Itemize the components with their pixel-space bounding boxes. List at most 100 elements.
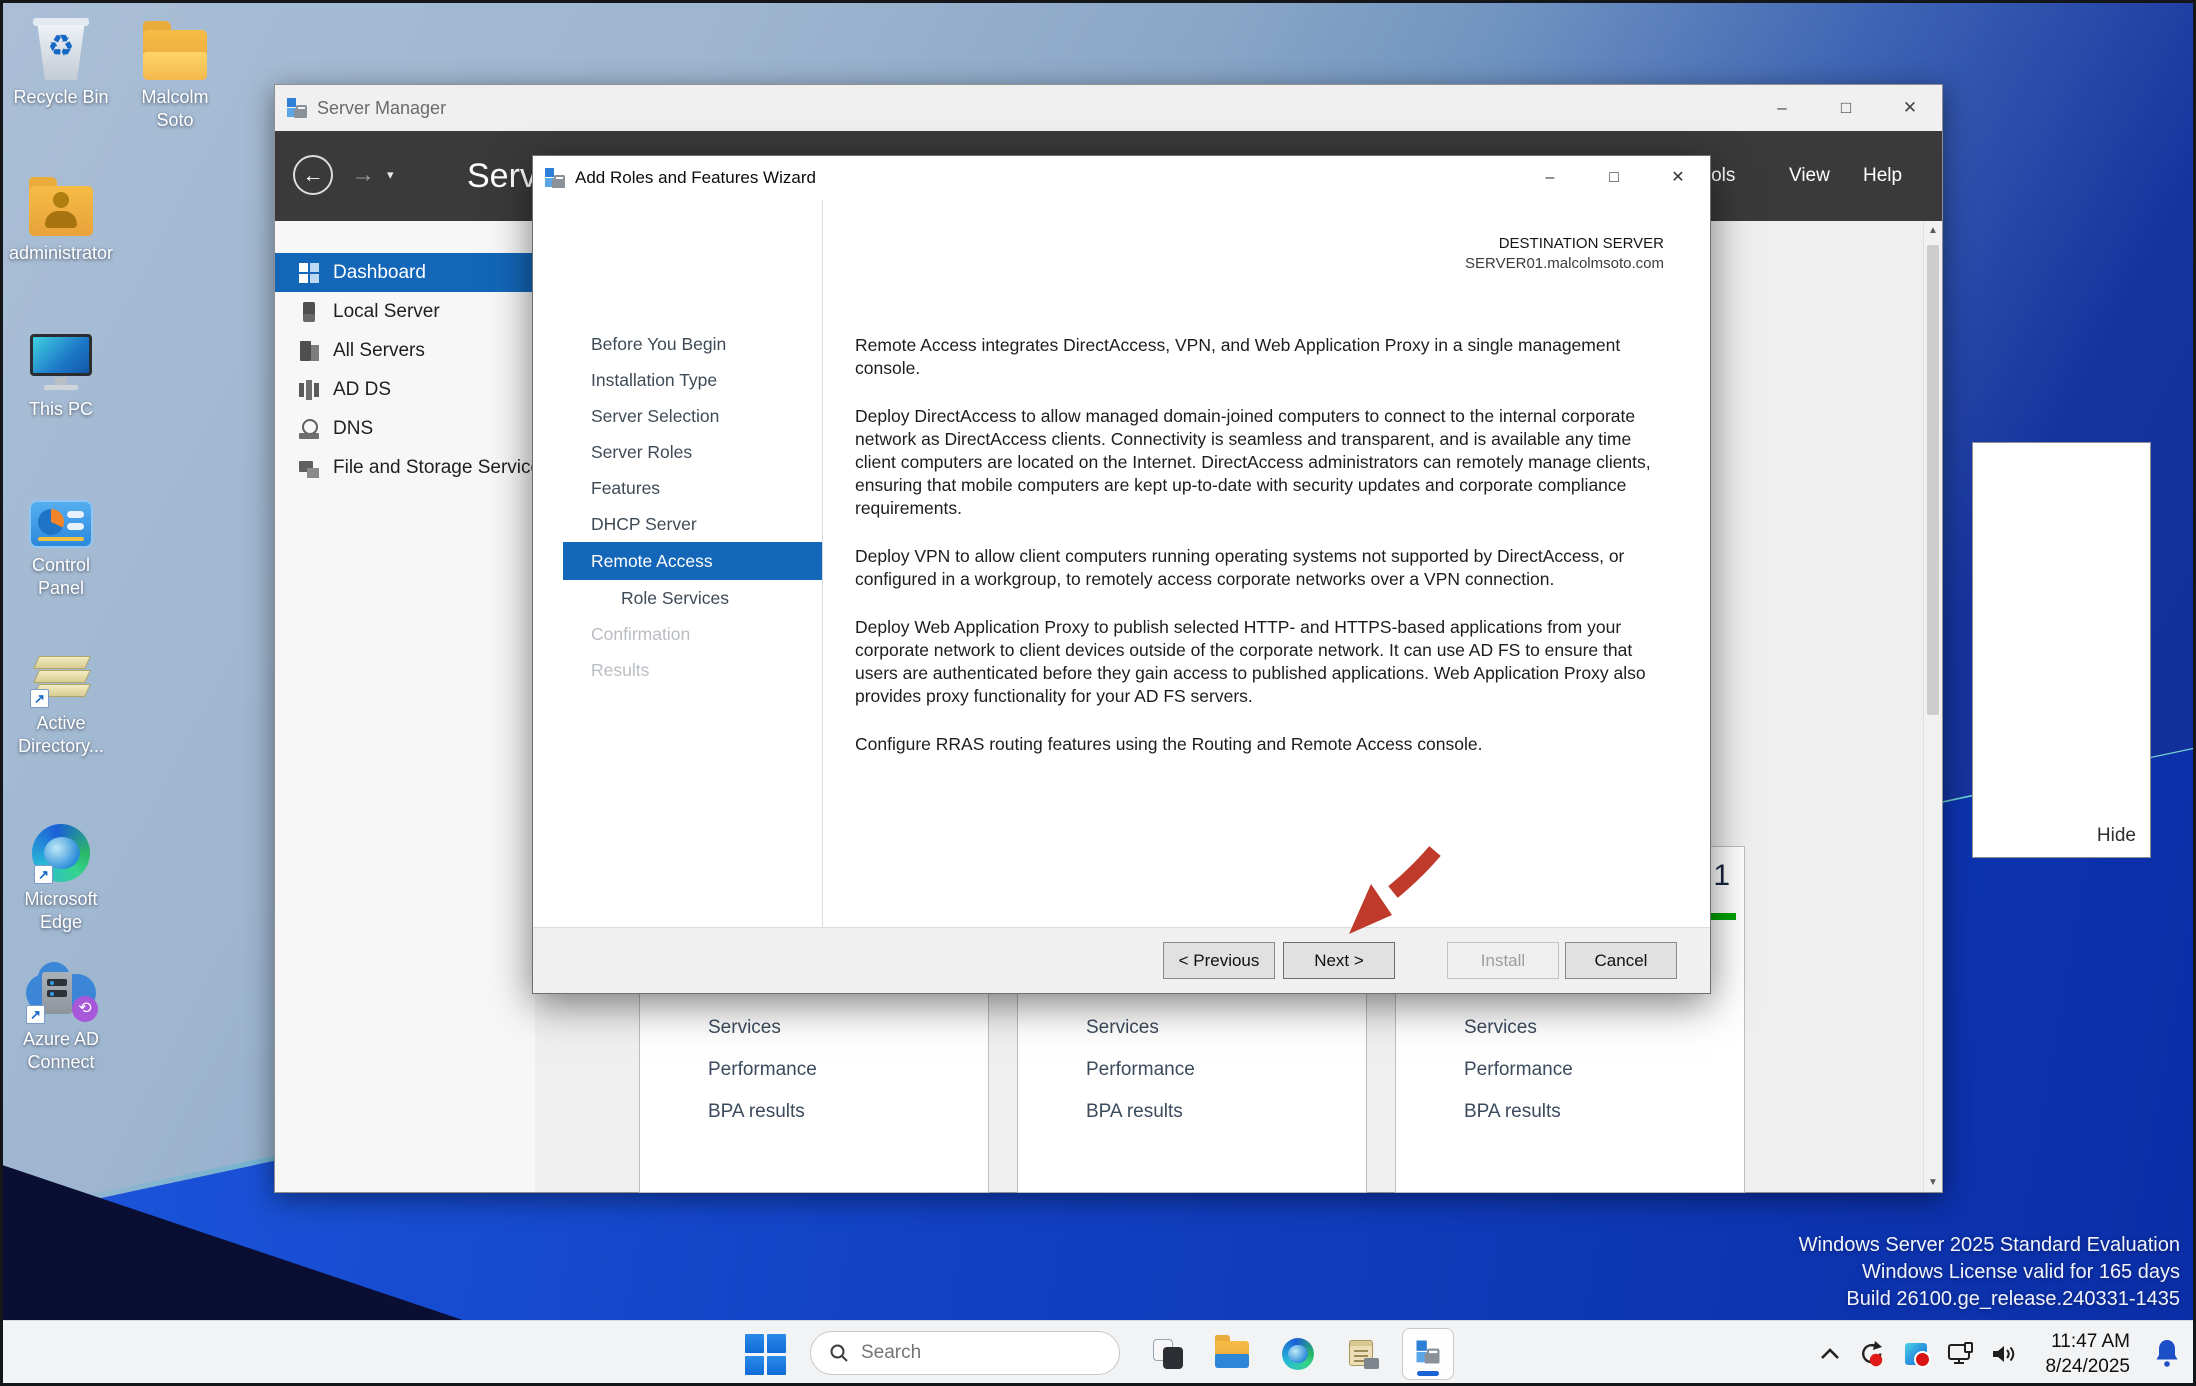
tile-link-services[interactable]: Services — [708, 1017, 781, 1039]
windows-evaluation-watermark: Windows Server 2025 Standard Evaluation … — [1799, 1232, 2180, 1313]
menu-help[interactable]: Help — [1863, 131, 1902, 221]
bell-icon — [2156, 1340, 2178, 1367]
wizard-nav-server-roles[interactable]: Server Roles — [533, 434, 822, 470]
wizard-nav-features[interactable]: Features — [533, 470, 822, 506]
taskbar-search[interactable] — [810, 1331, 1120, 1375]
next-button[interactable]: Next > — [1283, 942, 1395, 979]
tray-network[interactable] — [1944, 1321, 1980, 1386]
notification-bell-button[interactable] — [2154, 1338, 2180, 1373]
wizard-nav-remote-access[interactable]: Remote Access — [563, 542, 822, 580]
screen: ♻ Recycle Bin Malcolm Soto administrator… — [0, 0, 2196, 1386]
network-icon — [1948, 1342, 1973, 1364]
desktop-icon-control-panel[interactable]: Control Panel — [8, 482, 114, 600]
scrollbar[interactable]: ▲ ▼ — [1923, 221, 1942, 1192]
edge-icon — [1282, 1338, 1314, 1370]
back-button[interactable]: ← — [293, 155, 333, 195]
wizard-nav-dhcp-server[interactable]: DHCP Server — [533, 506, 822, 542]
wizard-nav-server-selection[interactable]: Server Selection — [533, 398, 822, 434]
tile-link-bpa-results[interactable]: BPA results — [1086, 1101, 1183, 1123]
desktop-icon-label: Azure AD Connect — [22, 1029, 100, 1072]
chevron-down-icon[interactable]: ▾ — [387, 167, 394, 183]
menu-view[interactable]: View — [1789, 131, 1830, 221]
scrollbar-thumb[interactable] — [1927, 245, 1939, 715]
file-explorer-button[interactable] — [1210, 1332, 1254, 1376]
wizard-nav-confirmation: Confirmation — [591, 624, 691, 644]
sidebar-item-file-storage[interactable]: File and Storage Services — [275, 448, 551, 487]
desktop-icon-microsoft-edge[interactable]: ↗ Microsoft Edge — [8, 816, 114, 934]
tray-sync-status[interactable] — [1852, 1321, 1888, 1386]
tile-link-performance[interactable]: Performance — [1086, 1059, 1195, 1081]
task-view-button[interactable] — [1146, 1332, 1190, 1376]
close-button[interactable]: ✕ — [1878, 85, 1942, 131]
search-icon — [830, 1344, 848, 1362]
previous-button[interactable]: < Previous — [1163, 942, 1275, 979]
desktop-icon-azure-ad-connect[interactable]: ⟲ ↗ Azure AD Connect — [8, 956, 114, 1074]
tile-link-performance[interactable]: Performance — [1464, 1059, 1573, 1081]
control-panel-icon — [8, 482, 114, 548]
ad-ds-icon — [299, 379, 319, 400]
tile-link-bpa-results[interactable]: BPA results — [1464, 1101, 1561, 1123]
shortcut-arrow-icon: ↗ — [34, 865, 53, 884]
sidebar-item-ad-ds[interactable]: AD DS — [275, 370, 535, 409]
minimize-button[interactable]: – — [1750, 85, 1814, 131]
desktop-icon-label: Microsoft Edge — [24, 889, 98, 932]
server-manager-titlebar: Server Manager – □ ✕ — [275, 85, 1942, 131]
servers-icon — [299, 340, 319, 361]
tray-azure-ad-connect[interactable] — [1898, 1321, 1934, 1386]
scroll-down-arrow[interactable]: ▼ — [1924, 1173, 1942, 1192]
wizard-description: Remote Access integrates DirectAccess, V… — [855, 334, 1654, 781]
tray-volume[interactable] — [1986, 1321, 2022, 1386]
wizard-nav-installation-type[interactable]: Installation Type — [533, 362, 822, 398]
hide-button[interactable]: Hide — [2097, 825, 2136, 847]
scroll-up-arrow[interactable]: ▲ — [1924, 221, 1942, 240]
minimize-button[interactable]: – — [1518, 156, 1582, 200]
edge-button[interactable] — [1276, 1332, 1320, 1376]
server-manager-taskbar-button[interactable] — [1402, 1328, 1454, 1380]
sidebar-item-all-servers[interactable]: All Servers — [275, 331, 535, 370]
start-button[interactable] — [744, 1333, 786, 1375]
tile-count: 1 — [1713, 859, 1730, 892]
tray-chevron-up[interactable] — [1812, 1321, 1848, 1386]
desktop-icon-active-directory[interactable]: ↗ Active Directory... — [8, 640, 114, 758]
tile-link-performance[interactable]: Performance — [708, 1059, 817, 1081]
scroll-tools-icon — [1349, 1339, 1379, 1369]
sidebar-item-dashboard[interactable]: Dashboard — [275, 253, 535, 292]
tile-link-bpa-results[interactable]: BPA results — [708, 1101, 805, 1123]
desktop-icon-label: administrator — [8, 243, 114, 263]
cancel-button[interactable]: Cancel — [1565, 942, 1677, 979]
desktop-icon-recycle-bin[interactable]: ♻ Recycle Bin — [8, 14, 114, 109]
dns-icon — [299, 418, 319, 439]
desktop-icon-this-pc[interactable]: This PC — [8, 326, 114, 421]
sidebar-item-label: Local Server — [333, 300, 440, 322]
search-input[interactable] — [861, 1342, 1081, 1364]
file-explorer-icon — [1215, 1334, 1249, 1368]
desktop-icon-label: Control Panel — [31, 555, 91, 598]
wizard-nav-role-services[interactable]: Role Services — [533, 580, 822, 616]
wizard-window-controls: – □ ✕ — [1518, 156, 1710, 200]
sidebar-item-local-server[interactable]: Local Server — [275, 292, 535, 331]
description-paragraph: Configure RRAS routing features using th… — [855, 734, 1483, 754]
description-paragraph: Deploy DirectAccess to allow managed dom… — [855, 406, 1651, 518]
maximize-button[interactable]: □ — [1814, 85, 1878, 131]
tile-link-services[interactable]: Services — [1086, 1017, 1159, 1039]
tray-clock[interactable]: 11:47 AM 8/24/2025 — [2045, 1329, 2130, 1379]
maximize-button[interactable]: □ — [1582, 156, 1646, 200]
sidebar-item-label: AD DS — [333, 378, 392, 400]
book-icon: ↗ — [8, 640, 114, 708]
scroll-tools-button[interactable] — [1342, 1332, 1386, 1376]
azure-ad-connect-icon: ⟲ ↗ — [8, 956, 114, 1024]
recycle-bin-icon: ♻ — [8, 14, 114, 80]
wizard-nav-before-you-begin[interactable]: Before You Begin — [533, 326, 822, 362]
window-title: Server Manager — [317, 97, 447, 118]
clock-time: 11:47 AM — [2051, 1331, 2130, 1352]
desktop-icon-administrator[interactable]: administrator — [8, 170, 114, 265]
sync-status-icon — [1862, 1341, 1883, 1367]
forward-button[interactable]: → — [345, 155, 381, 195]
desktop-icon-label: Recycle Bin — [13, 87, 109, 107]
close-button[interactable]: ✕ — [1646, 156, 1710, 200]
azure-ad-connect-tray-icon — [1905, 1343, 1931, 1368]
tile-link-services[interactable]: Services — [1464, 1017, 1537, 1039]
server-manager-icon — [287, 98, 307, 118]
desktop-icon-malcolm-soto[interactable]: Malcolm Soto — [122, 14, 228, 132]
sidebar-item-dns[interactable]: DNS — [275, 409, 535, 448]
